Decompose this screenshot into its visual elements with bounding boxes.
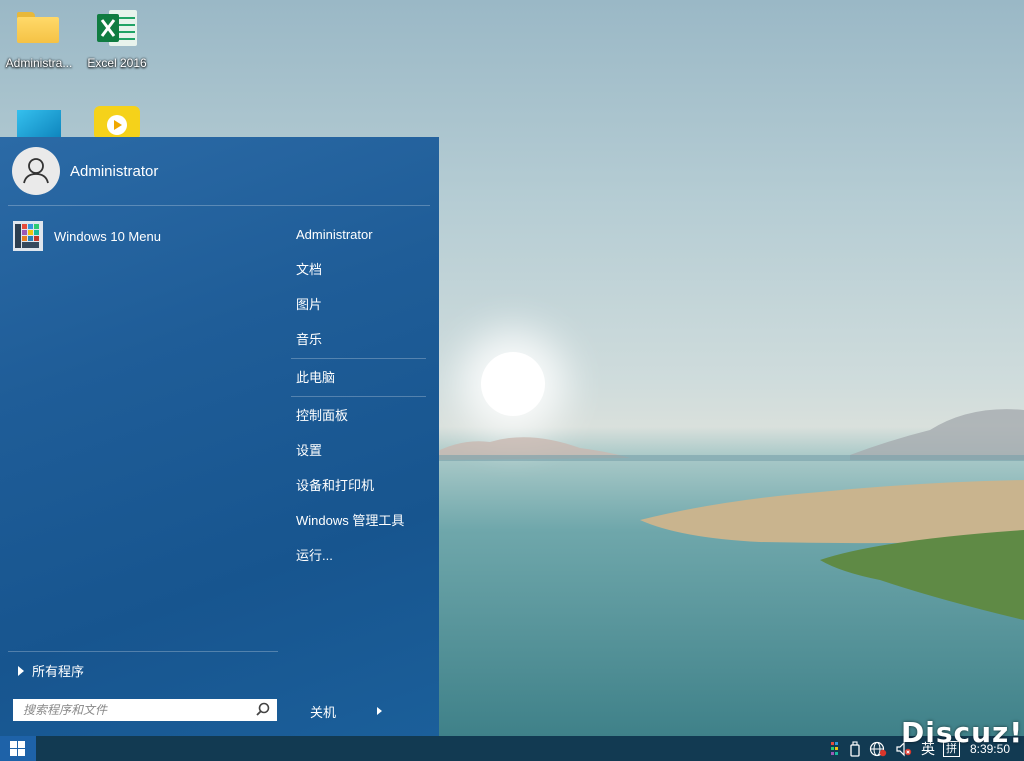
shutdown-button[interactable]: 关机 [296, 699, 382, 723]
right-item-documents[interactable]: 文档 [291, 252, 426, 287]
desktop-icon-user-folder[interactable]: Administra... [0, 2, 78, 70]
app-tray-icon[interactable] [830, 741, 841, 757]
right-mountain [850, 409, 1024, 460]
start-menu-user[interactable]: Administrator [12, 147, 158, 195]
pinned-item-label: Windows 10 Menu [54, 228, 161, 244]
play-icon [94, 106, 140, 140]
sun [481, 352, 545, 416]
network-globe-icon[interactable] [869, 741, 887, 757]
search-icon[interactable] [253, 700, 273, 720]
right-item-music[interactable]: 音乐 [291, 322, 426, 357]
windows-menu-app-icon [12, 221, 44, 251]
divider [291, 358, 426, 359]
user-avatar-icon[interactable] [12, 147, 60, 195]
search-box[interactable] [13, 699, 277, 721]
right-item-settings[interactable]: 设置 [291, 433, 426, 468]
far-hill [430, 437, 630, 460]
all-programs-label: 所有程序 [32, 664, 85, 679]
all-programs-button[interactable]: 所有程序 [18, 661, 84, 680]
start-menu-right-column: Administrator 文档 图片 音乐 此电脑 控制面板 设置 设备和打印… [291, 217, 426, 573]
watermark: Discuz! [901, 716, 1024, 749]
desktop-icon-excel[interactable]: Excel 2016 [78, 2, 156, 70]
right-item-pictures[interactable]: 图片 [291, 287, 426, 322]
desktop-icon-label: Excel 2016 [87, 56, 147, 70]
divider [291, 396, 426, 397]
right-item-this-pc[interactable]: 此电脑 [291, 360, 426, 395]
excel-icon [95, 8, 139, 52]
divider [8, 205, 430, 206]
taskbar: 英 拼 8:39:50 [0, 736, 1024, 761]
usb-device-icon[interactable] [849, 740, 861, 757]
right-item-devices-printers[interactable]: 设备和打印机 [291, 468, 426, 503]
right-item-control-panel[interactable]: 控制面板 [291, 398, 426, 433]
horizon [438, 455, 1024, 461]
folder-icon [17, 8, 61, 52]
user-name[interactable]: Administrator [70, 163, 158, 180]
start-menu: Administrator Windows 10 Menu Administra… [0, 137, 439, 736]
right-item-run[interactable]: 运行... [291, 538, 426, 573]
right-item-administrator[interactable]: Administrator [291, 217, 426, 252]
shutdown-options-arrow-icon[interactable] [377, 707, 382, 715]
desktop-icon-label: Administra... [5, 56, 73, 70]
divider [8, 651, 278, 652]
pinned-item-windows10-menu[interactable]: Windows 10 Menu [12, 221, 272, 251]
grass-bank [820, 530, 1024, 620]
shutdown-label: 关机 [310, 704, 337, 720]
expand-arrow-icon [18, 665, 24, 676]
search-input[interactable] [13, 700, 253, 720]
desktop-icon-media-player[interactable] [78, 104, 156, 140]
start-button[interactable] [0, 736, 36, 761]
right-item-admin-tools[interactable]: Windows 管理工具 [291, 503, 426, 538]
